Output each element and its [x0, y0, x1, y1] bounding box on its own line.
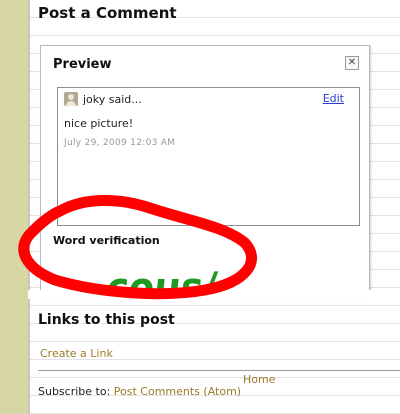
subscribe-atom-link[interactable]: Post Comments (Atom) [114, 385, 241, 398]
comment-text: nice picture! [64, 117, 134, 130]
comment-preview-box: joky said... Edit nice picture! July 29,… [57, 87, 360, 226]
links-to-post-heading: Links to this post [38, 312, 175, 328]
subscribe-line: Subscribe to: Post Comments (Atom) [38, 385, 241, 398]
comment-timestamp: July 29, 2009 12:03 AM [64, 138, 176, 148]
post-comment-heading: Post a Comment [38, 4, 177, 22]
home-link[interactable]: Home [243, 373, 275, 386]
subscribe-prefix: Subscribe to: [38, 385, 111, 398]
edit-comment-link[interactable]: Edit [323, 92, 344, 105]
close-preview-button[interactable]: ✕ [345, 56, 359, 70]
create-link[interactable]: Create a Link [40, 347, 113, 360]
close-icon: ✕ [347, 57, 357, 68]
comment-author: joky said... [83, 93, 142, 106]
user-avatar-icon [64, 92, 78, 106]
preview-title: Preview [53, 57, 112, 72]
footer-divider [38, 370, 400, 371]
preview-panel: Preview ✕ joky said... Edit nice picture… [40, 45, 370, 297]
captcha-image: cous/ [103, 246, 263, 296]
sidebar-strip [0, 0, 28, 414]
panel-bottom-gap [28, 290, 400, 299]
